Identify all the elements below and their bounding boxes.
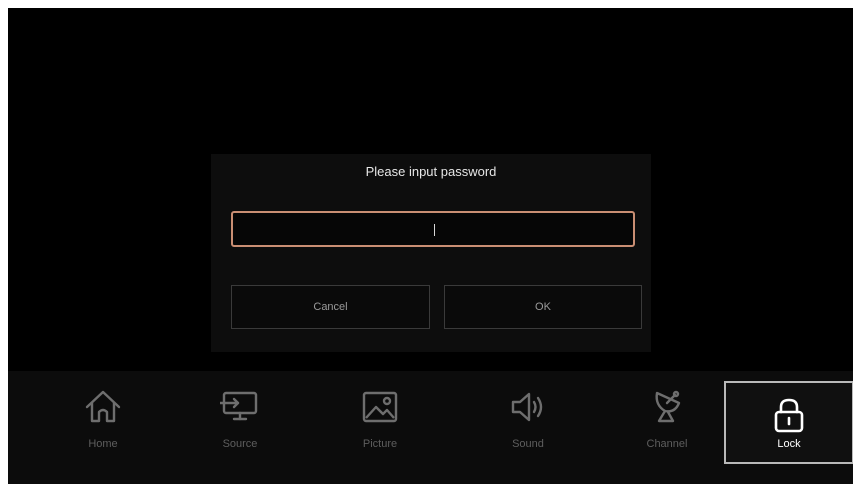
lock-icon [769,395,809,435]
menu-label-lock: Lock [777,438,801,450]
dialog-title: Please input password [365,164,497,179]
menu-label-sound: Sound [512,438,544,450]
menu-item-channel[interactable]: Channel [602,371,732,484]
menu-item-sound[interactable]: Sound [463,371,593,484]
home-icon [83,387,123,427]
menu-item-picture[interactable]: Picture [315,371,445,484]
menu-item-home[interactable]: Home [38,371,168,484]
menu-label-source: Source [222,438,258,450]
menu-label-picture: Picture [362,438,398,450]
menu-label-channel: Channel [646,438,688,450]
channel-icon [647,387,687,427]
tv-screen: Please input password Cancel OK Home Sou… [8,8,853,484]
source-icon [220,387,260,427]
picture-icon [360,387,400,427]
menu-label-home: Home [88,438,118,450]
cancel-button[interactable]: Cancel [231,285,430,329]
password-input[interactable] [231,211,635,247]
text-cursor [434,224,435,236]
sound-icon [508,387,548,427]
menu-item-lock[interactable]: Lock [724,381,853,464]
menu-item-source[interactable]: Source [175,371,305,484]
ok-button[interactable]: OK [444,285,642,329]
bottom-menu-bar: Home Source Picture Sound Channel Lock [8,371,853,484]
password-dialog: Please input password Cancel OK [211,154,651,352]
